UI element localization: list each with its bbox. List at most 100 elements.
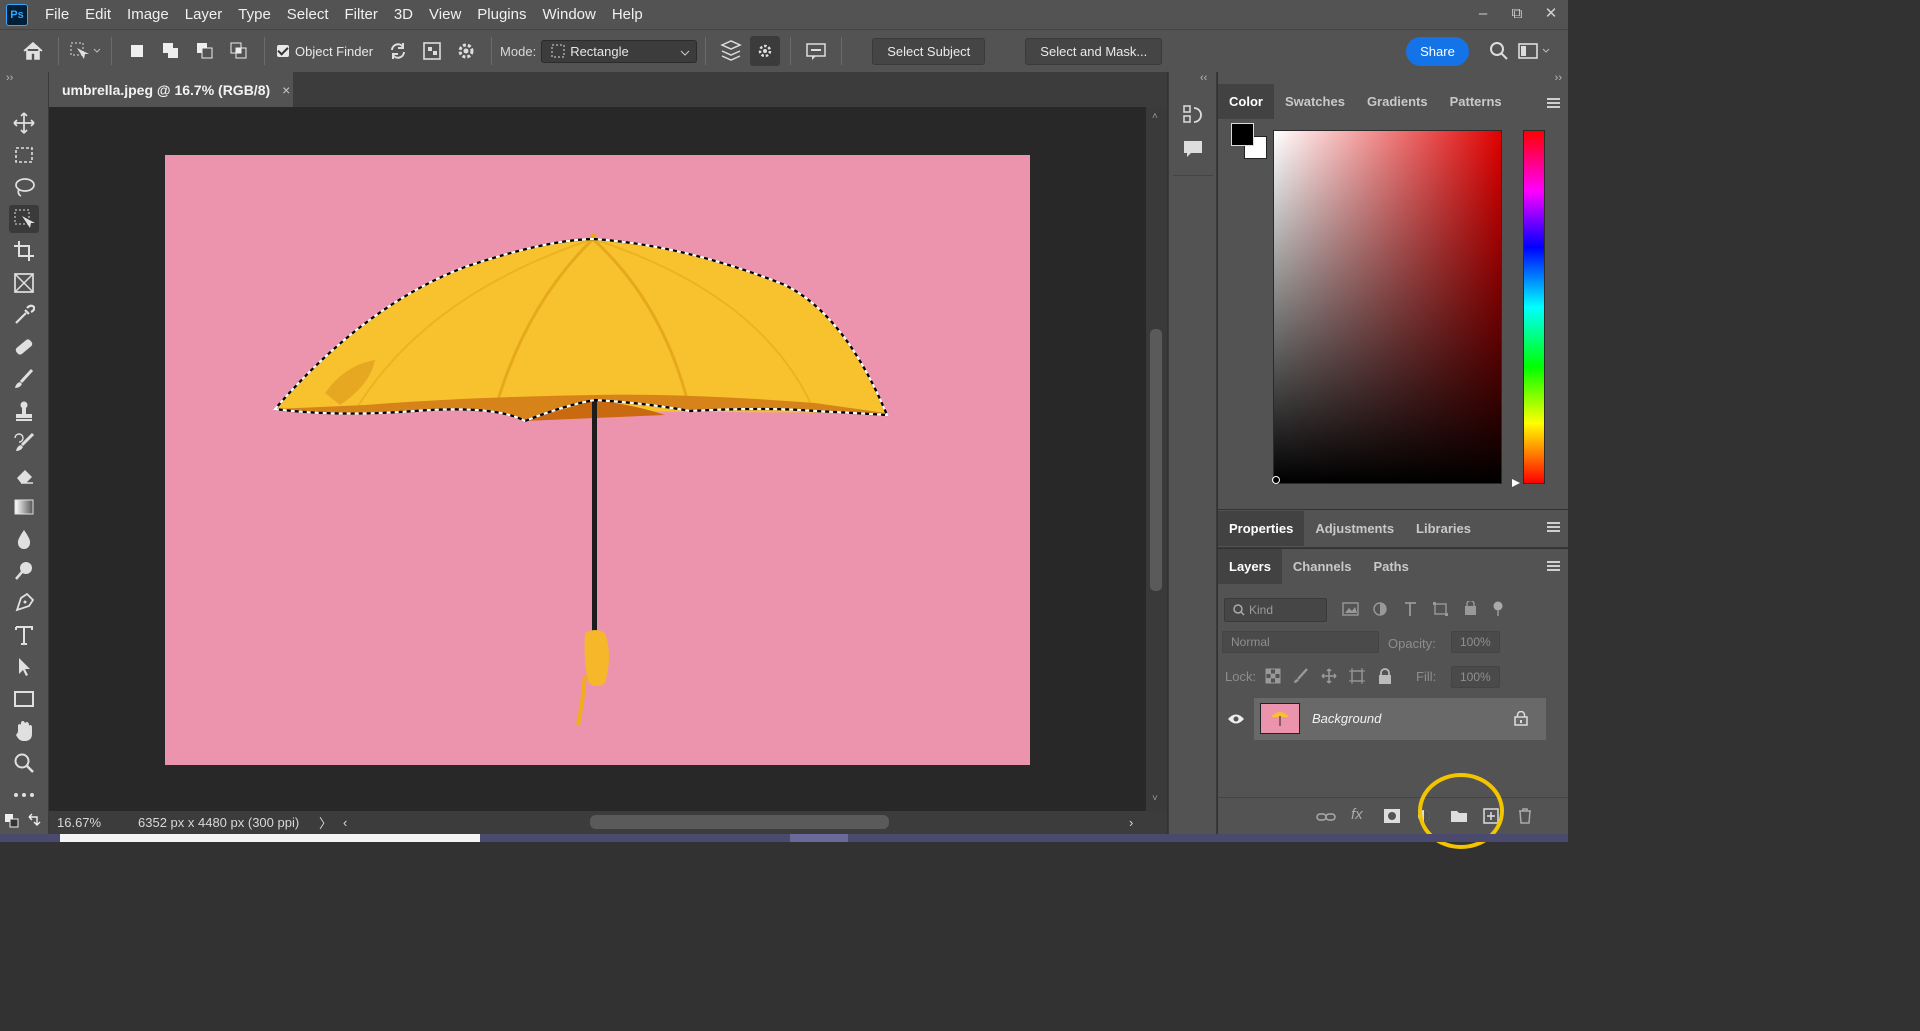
- history-icon[interactable]: [1182, 104, 1204, 126]
- menu-layer[interactable]: Layer: [177, 0, 231, 29]
- color-picker-cursor[interactable]: [1272, 476, 1280, 484]
- comments-icon[interactable]: [1182, 138, 1204, 160]
- more-tools-icon[interactable]: [9, 781, 39, 809]
- filter-toggle-icon[interactable]: [1492, 601, 1504, 617]
- refresh-icon[interactable]: [383, 36, 413, 66]
- mode-select[interactable]: Rectangle: [541, 39, 698, 63]
- smart-object-filter-icon[interactable]: [1462, 601, 1480, 617]
- lock-artboard-icon[interactable]: [1349, 668, 1365, 684]
- frame-tool-icon[interactable]: [9, 269, 39, 297]
- lock-position-icon[interactable]: [1321, 668, 1337, 684]
- move-tool-icon[interactable]: [9, 109, 39, 137]
- document-canvas[interactable]: [165, 155, 1030, 765]
- delete-layer-icon[interactable]: [1517, 808, 1533, 824]
- menu-help[interactable]: Help: [604, 0, 651, 29]
- crop-tool-icon[interactable]: [9, 237, 39, 265]
- share-button[interactable]: Share: [1406, 37, 1469, 66]
- layer-row-background[interactable]: Background: [1218, 698, 1546, 740]
- tab-layers[interactable]: Layers: [1218, 549, 1282, 584]
- zoom-tool-icon[interactable]: [9, 749, 39, 777]
- scroll-right-icon[interactable]: ›: [1129, 815, 1133, 830]
- search-icon[interactable]: [1484, 36, 1514, 66]
- hue-slider-handle[interactable]: [1512, 479, 1520, 487]
- scroll-up-icon[interactable]: ˄: [1152, 111, 1158, 122]
- menu-view[interactable]: View: [421, 0, 469, 29]
- document-tab[interactable]: umbrella.jpeg @ 16.7% (RGB/8) ×: [49, 72, 293, 107]
- layer-name[interactable]: Background: [1312, 711, 1381, 726]
- collapse-panels-icon[interactable]: ››: [1555, 72, 1562, 84]
- adjustment-layer-filter-icon[interactable]: [1372, 601, 1390, 617]
- tab-libraries[interactable]: Libraries: [1405, 511, 1482, 546]
- layer-lock-icon[interactable]: [1514, 711, 1528, 726]
- color-saturation-field[interactable]: [1273, 130, 1502, 484]
- show-all-objects-icon[interactable]: [417, 36, 447, 66]
- menu-plugins[interactable]: Plugins: [469, 0, 534, 29]
- settings-gear-icon[interactable]: [451, 36, 481, 66]
- lock-image-pixels-icon[interactable]: [1293, 668, 1309, 684]
- dodge-tool-icon[interactable]: [9, 557, 39, 585]
- history-brush-tool-icon[interactable]: [9, 429, 39, 457]
- menu-window[interactable]: Window: [534, 0, 603, 29]
- gradient-tool-icon[interactable]: [9, 493, 39, 521]
- close-button[interactable]: ✕: [1534, 0, 1568, 26]
- eye-visibility-icon[interactable]: [1227, 713, 1245, 725]
- new-selection-icon[interactable]: [122, 36, 152, 66]
- object-selection-preset-icon[interactable]: [69, 36, 101, 66]
- link-layers-icon[interactable]: [1316, 810, 1336, 824]
- intersect-selection-icon[interactable]: [224, 36, 254, 66]
- home-icon[interactable]: [18, 36, 48, 66]
- tab-patterns[interactable]: Patterns: [1439, 84, 1513, 119]
- color-panel-menu-icon[interactable]: [1547, 98, 1560, 110]
- close-tab-icon[interactable]: ×: [282, 82, 290, 98]
- path-selection-tool-icon[interactable]: [9, 653, 39, 681]
- layer-filter-kind[interactable]: Kind: [1224, 598, 1327, 622]
- menu-file[interactable]: File: [37, 0, 77, 29]
- cloud-feedback-icon[interactable]: [801, 36, 831, 66]
- lock-transparent-pixels-icon[interactable]: [1265, 668, 1281, 684]
- vertical-scrollbar[interactable]: ˄ ˅: [1146, 107, 1167, 811]
- hand-tool-icon[interactable]: [9, 717, 39, 745]
- opacity-input[interactable]: 100%: [1451, 631, 1500, 653]
- tab-properties[interactable]: Properties: [1218, 511, 1305, 546]
- horizontal-scroll-thumb[interactable]: [590, 815, 889, 829]
- menu-filter[interactable]: Filter: [337, 0, 386, 29]
- add-to-selection-icon[interactable]: [156, 36, 186, 66]
- properties-panel-menu-icon[interactable]: [1547, 522, 1560, 534]
- scroll-left-icon[interactable]: ‹: [343, 815, 347, 830]
- select-subject-button[interactable]: Select Subject: [872, 37, 986, 65]
- subtract-from-selection-icon[interactable]: [190, 36, 220, 66]
- eyedropper-tool-icon[interactable]: [9, 301, 39, 329]
- object-selection-tool-icon[interactable]: [9, 205, 39, 233]
- swap-colors-icon[interactable]: [27, 813, 41, 827]
- menu-type[interactable]: Type: [230, 0, 279, 29]
- healing-brush-tool-icon[interactable]: [9, 333, 39, 361]
- menu-edit[interactable]: Edit: [77, 0, 119, 29]
- add-mask-icon[interactable]: [1383, 808, 1401, 824]
- hue-slider[interactable]: [1523, 130, 1545, 484]
- tab-swatches[interactable]: Swatches: [1274, 84, 1356, 119]
- object-finder-checkbox[interactable]: [277, 45, 289, 57]
- menu-3d[interactable]: 3D: [386, 0, 421, 29]
- brush-tool-icon[interactable]: [9, 365, 39, 393]
- object-finder-toggle[interactable]: Object Finder: [277, 44, 373, 59]
- collapse-toolbar-icon[interactable]: ››: [6, 72, 13, 84]
- pen-tool-icon[interactable]: [9, 589, 39, 617]
- subject-settings-gear-icon[interactable]: [750, 36, 781, 66]
- collapse-dock-icon[interactable]: ‹‹: [1200, 72, 1207, 84]
- rectangle-tool-icon[interactable]: [9, 685, 39, 713]
- clone-stamp-tool-icon[interactable]: [9, 397, 39, 425]
- tab-adjustments[interactable]: Adjustments: [1304, 511, 1405, 546]
- tab-color[interactable]: Color: [1218, 84, 1274, 119]
- restore-button[interactable]: ⧉: [1500, 0, 1534, 26]
- canvas-area[interactable]: [49, 107, 1146, 811]
- type-layer-filter-icon[interactable]: [1402, 601, 1420, 617]
- tab-paths[interactable]: Paths: [1362, 549, 1419, 584]
- fill-input[interactable]: 100%: [1451, 666, 1500, 688]
- select-and-mask-button[interactable]: Select and Mask...: [1025, 37, 1163, 65]
- pixel-layer-filter-icon[interactable]: [1342, 601, 1360, 617]
- vertical-scroll-thumb[interactable]: [1150, 329, 1162, 591]
- eraser-tool-icon[interactable]: [9, 461, 39, 489]
- menu-select[interactable]: Select: [279, 0, 337, 29]
- tab-gradients[interactable]: Gradients: [1356, 84, 1439, 119]
- blend-mode-select[interactable]: Normal: [1222, 631, 1379, 653]
